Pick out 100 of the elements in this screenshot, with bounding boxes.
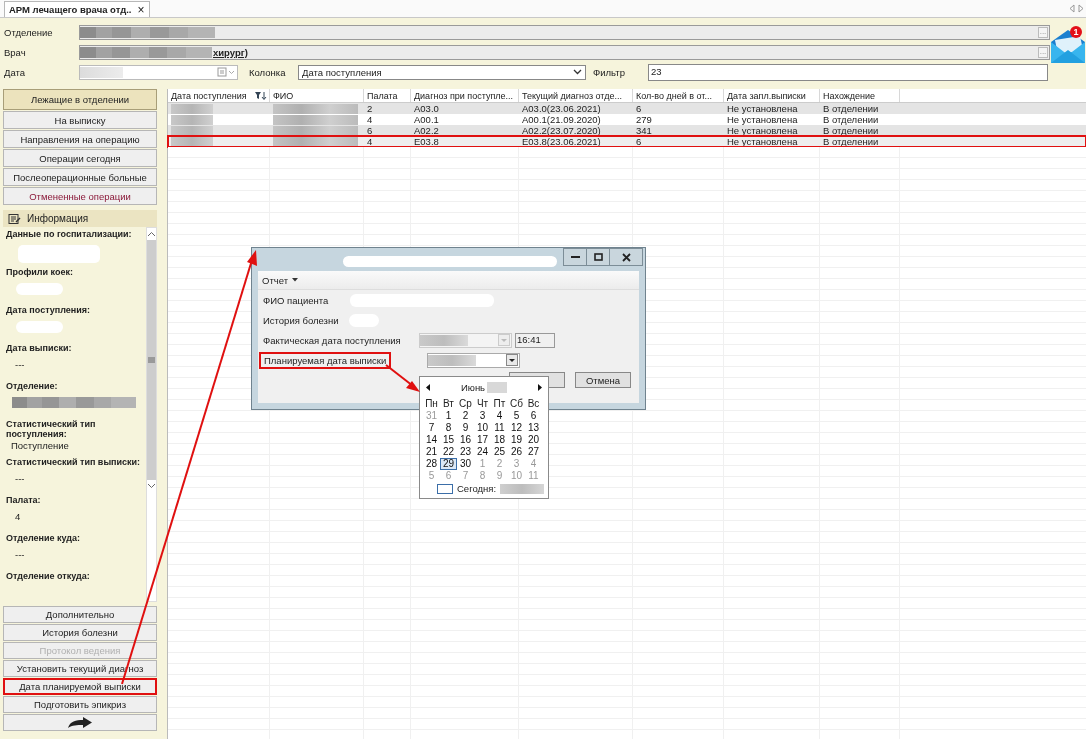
curved-arrow-icon <box>67 716 93 729</box>
redacted-text <box>16 321 63 333</box>
calendar-day[interactable]: 16 <box>457 434 474 446</box>
sidebar-tab[interactable]: Направления на операцию <box>3 130 157 148</box>
calendar-day[interactable]: 24 <box>474 446 491 458</box>
info-label: Дата поступления: <box>6 305 91 315</box>
table-row[interactable]: 2 A03.0 A03.0(23.06.2021) 6 Не установлена В отделении <box>168 103 1086 114</box>
calendar-day[interactable]: 15 <box>440 434 457 446</box>
calendar-day[interactable]: 29 <box>440 458 457 470</box>
calendar-day[interactable]: 11 <box>491 422 508 434</box>
calendar-day[interactable]: 8 <box>440 422 457 434</box>
field-label: Планируемая дата выписки <box>259 351 392 369</box>
sidebar-tab[interactable]: Послеоперационные больные <box>3 168 157 186</box>
redacted-text <box>171 136 213 147</box>
calendar-day[interactable]: 22 <box>440 446 457 458</box>
sidebar-tab[interactable]: Отмененные операции <box>3 187 157 205</box>
calendar-day[interactable]: 12 <box>508 422 525 434</box>
action-button[interactable]: Дополнительно <box>3 606 157 623</box>
column-header[interactable]: Диагноз при поступле... <box>411 89 519 102</box>
minimize-button[interactable] <box>563 248 587 266</box>
info-label: Отделение: <box>6 381 58 391</box>
close-button[interactable] <box>609 248 643 266</box>
column-header[interactable]: Дата запл.выписки <box>724 89 820 102</box>
calendar-day[interactable]: 27 <box>525 446 542 458</box>
forward-button[interactable] <box>3 714 157 731</box>
column-header[interactable]: Текущий диагноз отде... <box>519 89 633 102</box>
document-tab[interactable]: АРМ лечащего врача отд.. × <box>4 1 150 17</box>
sidebar-tab[interactable]: Операции сегодня <box>3 149 157 167</box>
next-month-button[interactable] <box>538 384 542 391</box>
scroll-thumb[interactable] <box>147 240 156 480</box>
column-header[interactable]: Нахождение <box>820 89 900 102</box>
action-button[interactable]: Подготовить эпикриз <box>3 696 157 713</box>
calendar-day[interactable]: 10 <box>474 422 491 434</box>
calendar-day[interactable]: 23 <box>457 446 474 458</box>
action-button[interactable]: История болезни <box>3 624 157 641</box>
browse-button[interactable]: ... <box>1038 26 1048 38</box>
table-row[interactable]: 4 A00.1 A00.1(21.09.2020) 279 Не установлена В отделении <box>168 114 1086 125</box>
date-field[interactable] <box>79 64 238 80</box>
calendar-day[interactable]: 20 <box>525 434 542 446</box>
browse-button[interactable]: ... <box>1038 46 1048 58</box>
calendar-day[interactable]: 9 <box>457 422 474 434</box>
table-cell: A02.2 <box>414 125 439 136</box>
mail-icon <box>1050 28 1086 64</box>
table-cell: 6 <box>636 136 642 147</box>
table-row[interactable]: 4 E03.8 E03.8(23.06.2021) 6 Не установлена В отделении <box>168 136 1086 147</box>
redacted-text <box>487 382 508 393</box>
calendar-day[interactable]: 13 <box>525 422 542 434</box>
calendar-day[interactable]: 14 <box>423 434 440 446</box>
column-select[interactable]: Дата поступления <box>298 64 586 80</box>
calendar-day[interactable]: 19 <box>508 434 525 446</box>
field-label: Отделение <box>4 26 54 38</box>
calendar-day[interactable]: 1 <box>440 410 457 422</box>
sidebar-tab[interactable]: На выписку <box>3 111 157 129</box>
menu-item[interactable]: Отчет <box>262 274 298 286</box>
calendar-day[interactable]: 7 <box>423 422 440 434</box>
redacted-text <box>171 103 213 114</box>
redacted-text <box>171 125 213 136</box>
field-label: Фильтр <box>593 66 626 78</box>
calendar-day[interactable]: 17 <box>474 434 491 446</box>
table-cell: Не установлена <box>727 136 798 147</box>
close-button[interactable]: × <box>137 4 145 15</box>
info-label: Палата: <box>6 495 41 505</box>
lookup-field[interactable]: ... <box>79 24 1050 40</box>
calendar-day[interactable]: 6 <box>525 410 542 422</box>
column-header[interactable]: ФИО <box>270 89 364 102</box>
calendar-day[interactable]: 3 <box>474 410 491 422</box>
info-value: --- <box>15 359 25 370</box>
table-cell: A02.2(23.07.2020) <box>522 125 601 136</box>
date-field[interactable] <box>427 352 521 368</box>
scroll-down-icon <box>147 483 156 489</box>
cancel-button[interactable]: Отмена <box>575 372 631 388</box>
calendar-day[interactable]: 30 <box>457 458 474 470</box>
filter-field[interactable]: 23 <box>648 63 1048 81</box>
calendar-day[interactable]: 28 <box>423 458 440 470</box>
calendar-day[interactable]: 21 <box>423 446 440 458</box>
lookup-field[interactable]: хирург) ... <box>79 44 1050 60</box>
field-label: Колонка <box>249 66 287 78</box>
maximize-button[interactable] <box>586 248 610 266</box>
table-row[interactable]: 6 A02.2 A02.2(23.07.2020) 341 Не установлена В отделении <box>168 125 1086 136</box>
column-header[interactable]: Дата поступления <box>168 89 270 102</box>
column-header[interactable]: Палата <box>364 89 411 102</box>
column-header[interactable]: Кол-во дней в от... <box>633 89 724 102</box>
table-cell: 6 <box>636 103 642 114</box>
redacted-text <box>16 283 63 295</box>
calendar-day[interactable]: 18 <box>491 434 508 446</box>
calendar-day[interactable]: 4 <box>491 410 508 422</box>
calendar-day[interactable]: 25 <box>491 446 508 458</box>
sidebar-tab[interactable]: Лежащие в отделении <box>3 89 157 110</box>
calendar-day[interactable]: 5 <box>508 410 525 422</box>
calendar-day[interactable]: 2 <box>457 410 474 422</box>
table-cell: E03.8 <box>414 136 439 147</box>
scroll-up-icon <box>147 231 156 237</box>
table-cell: E03.8(23.06.2021) <box>522 136 601 147</box>
weekday-label: Чт <box>475 398 490 409</box>
calendar-day[interactable]: 26 <box>508 446 525 458</box>
action-button[interactable]: Дата планируемой выписки <box>3 678 157 695</box>
field-label: История болезни <box>263 314 339 326</box>
triangle-right-icon <box>538 384 542 391</box>
scrollbar[interactable] <box>146 227 157 602</box>
previous-month-button[interactable] <box>426 384 430 391</box>
